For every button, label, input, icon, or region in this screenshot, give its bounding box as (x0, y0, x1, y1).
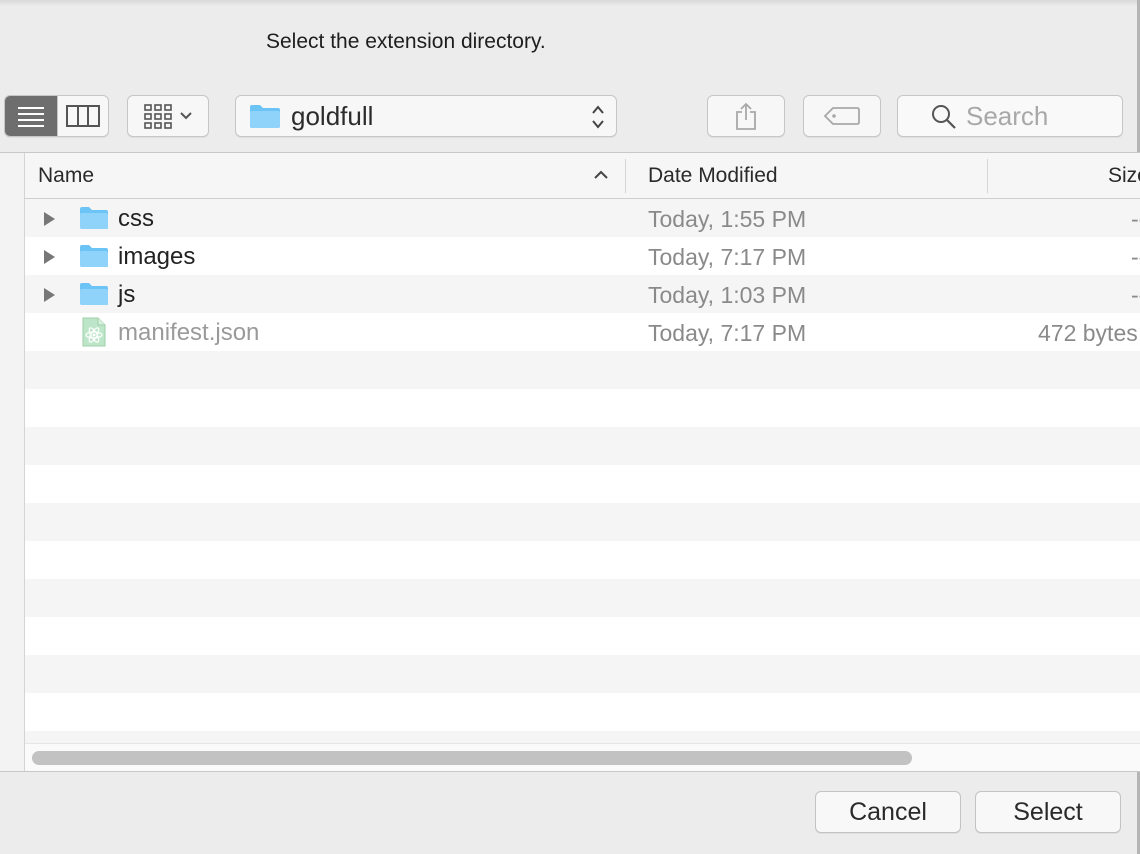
empty-row (25, 427, 1140, 465)
empty-row (25, 617, 1140, 655)
empty-row (25, 465, 1140, 503)
updown-chevron-icon (592, 105, 604, 129)
horizontal-scrollbar[interactable] (25, 743, 1140, 771)
tag-button[interactable] (803, 95, 881, 137)
sort-ascending-icon (594, 170, 608, 179)
column-header-date-label: Date Modified (648, 164, 778, 187)
search-field[interactable] (897, 95, 1136, 137)
column-divider[interactable] (625, 159, 626, 193)
search-input[interactable] (966, 100, 1136, 132)
list-icon (17, 107, 44, 127)
column-divider[interactable] (987, 159, 988, 193)
share-button[interactable] (707, 95, 785, 137)
file-name: js (118, 281, 136, 308)
file-date: Today, 1:03 PM (648, 282, 807, 308)
empty-row (25, 579, 1140, 617)
file-size: 472 bytes (1038, 320, 1138, 346)
empty-row (25, 351, 1140, 389)
file-date: Today, 7:17 PM (648, 244, 807, 270)
folder-icon (250, 105, 280, 128)
column-header-row: Name Date Modified Size (25, 153, 1140, 199)
columns-icon (65, 105, 100, 127)
file-size: -- (1131, 244, 1140, 270)
column-header-size[interactable]: Size (1108, 153, 1140, 199)
empty-row (25, 655, 1140, 693)
file-date: Today, 1:55 PM (648, 206, 807, 232)
column-header-name-label: Name (38, 164, 95, 187)
folder-icon (80, 245, 108, 267)
file-size: -- (1131, 282, 1140, 308)
cancel-button[interactable]: Cancel (815, 791, 961, 833)
list-view-button[interactable] (5, 96, 57, 136)
path-popup-label: goldfull (291, 100, 374, 131)
arrange-button[interactable] (127, 95, 209, 137)
empty-row (25, 389, 1140, 427)
file-name: css (118, 205, 154, 232)
file-row: manifest.json Today, 7:17 PM 472 bytes (25, 313, 1140, 351)
grid-icon (144, 104, 172, 129)
disclosure-triangle-icon[interactable] (42, 287, 56, 303)
file-row[interactable]: js Today, 1:03 PM -- (25, 275, 1140, 313)
sidebar-strip (0, 153, 25, 771)
empty-row (25, 503, 1140, 541)
search-icon (932, 105, 956, 129)
tag-icon (823, 107, 860, 125)
folder-icon (80, 283, 108, 305)
dialog-prompt: Select the extension directory. (266, 30, 546, 53)
file-date: Today, 7:17 PM (648, 320, 807, 346)
column-header-name[interactable]: Name (38, 153, 625, 199)
json-file-icon (82, 317, 106, 347)
chevron-down-icon (180, 112, 192, 120)
column-header-date-modified[interactable]: Date Modified (648, 153, 1008, 199)
file-row[interactable]: css Today, 1:55 PM -- (25, 199, 1140, 237)
column-header-size-label: Size (1108, 164, 1140, 187)
disclosure-triangle-icon[interactable] (42, 211, 56, 227)
file-name: images (118, 243, 196, 270)
file-row[interactable]: images Today, 7:17 PM -- (25, 237, 1140, 275)
disclosure-triangle-icon[interactable] (42, 249, 56, 265)
column-view-button[interactable] (56, 96, 109, 136)
share-icon (736, 102, 756, 130)
folder-icon (80, 207, 108, 229)
view-mode-control (4, 95, 109, 137)
window-top-edge (0, 0, 1140, 6)
select-button[interactable]: Select (975, 791, 1121, 833)
horizontal-scrollbar-thumb[interactable] (32, 751, 912, 765)
file-browser: Name Date Modified Size css Today, 1:55 … (0, 152, 1140, 772)
file-list: css Today, 1:55 PM -- images Today, 7:17… (25, 199, 1140, 769)
empty-row (25, 693, 1140, 731)
empty-row (25, 541, 1140, 579)
file-size: -- (1131, 206, 1140, 232)
path-popup[interactable]: goldfull (235, 95, 617, 137)
file-name: manifest.json (118, 319, 260, 346)
